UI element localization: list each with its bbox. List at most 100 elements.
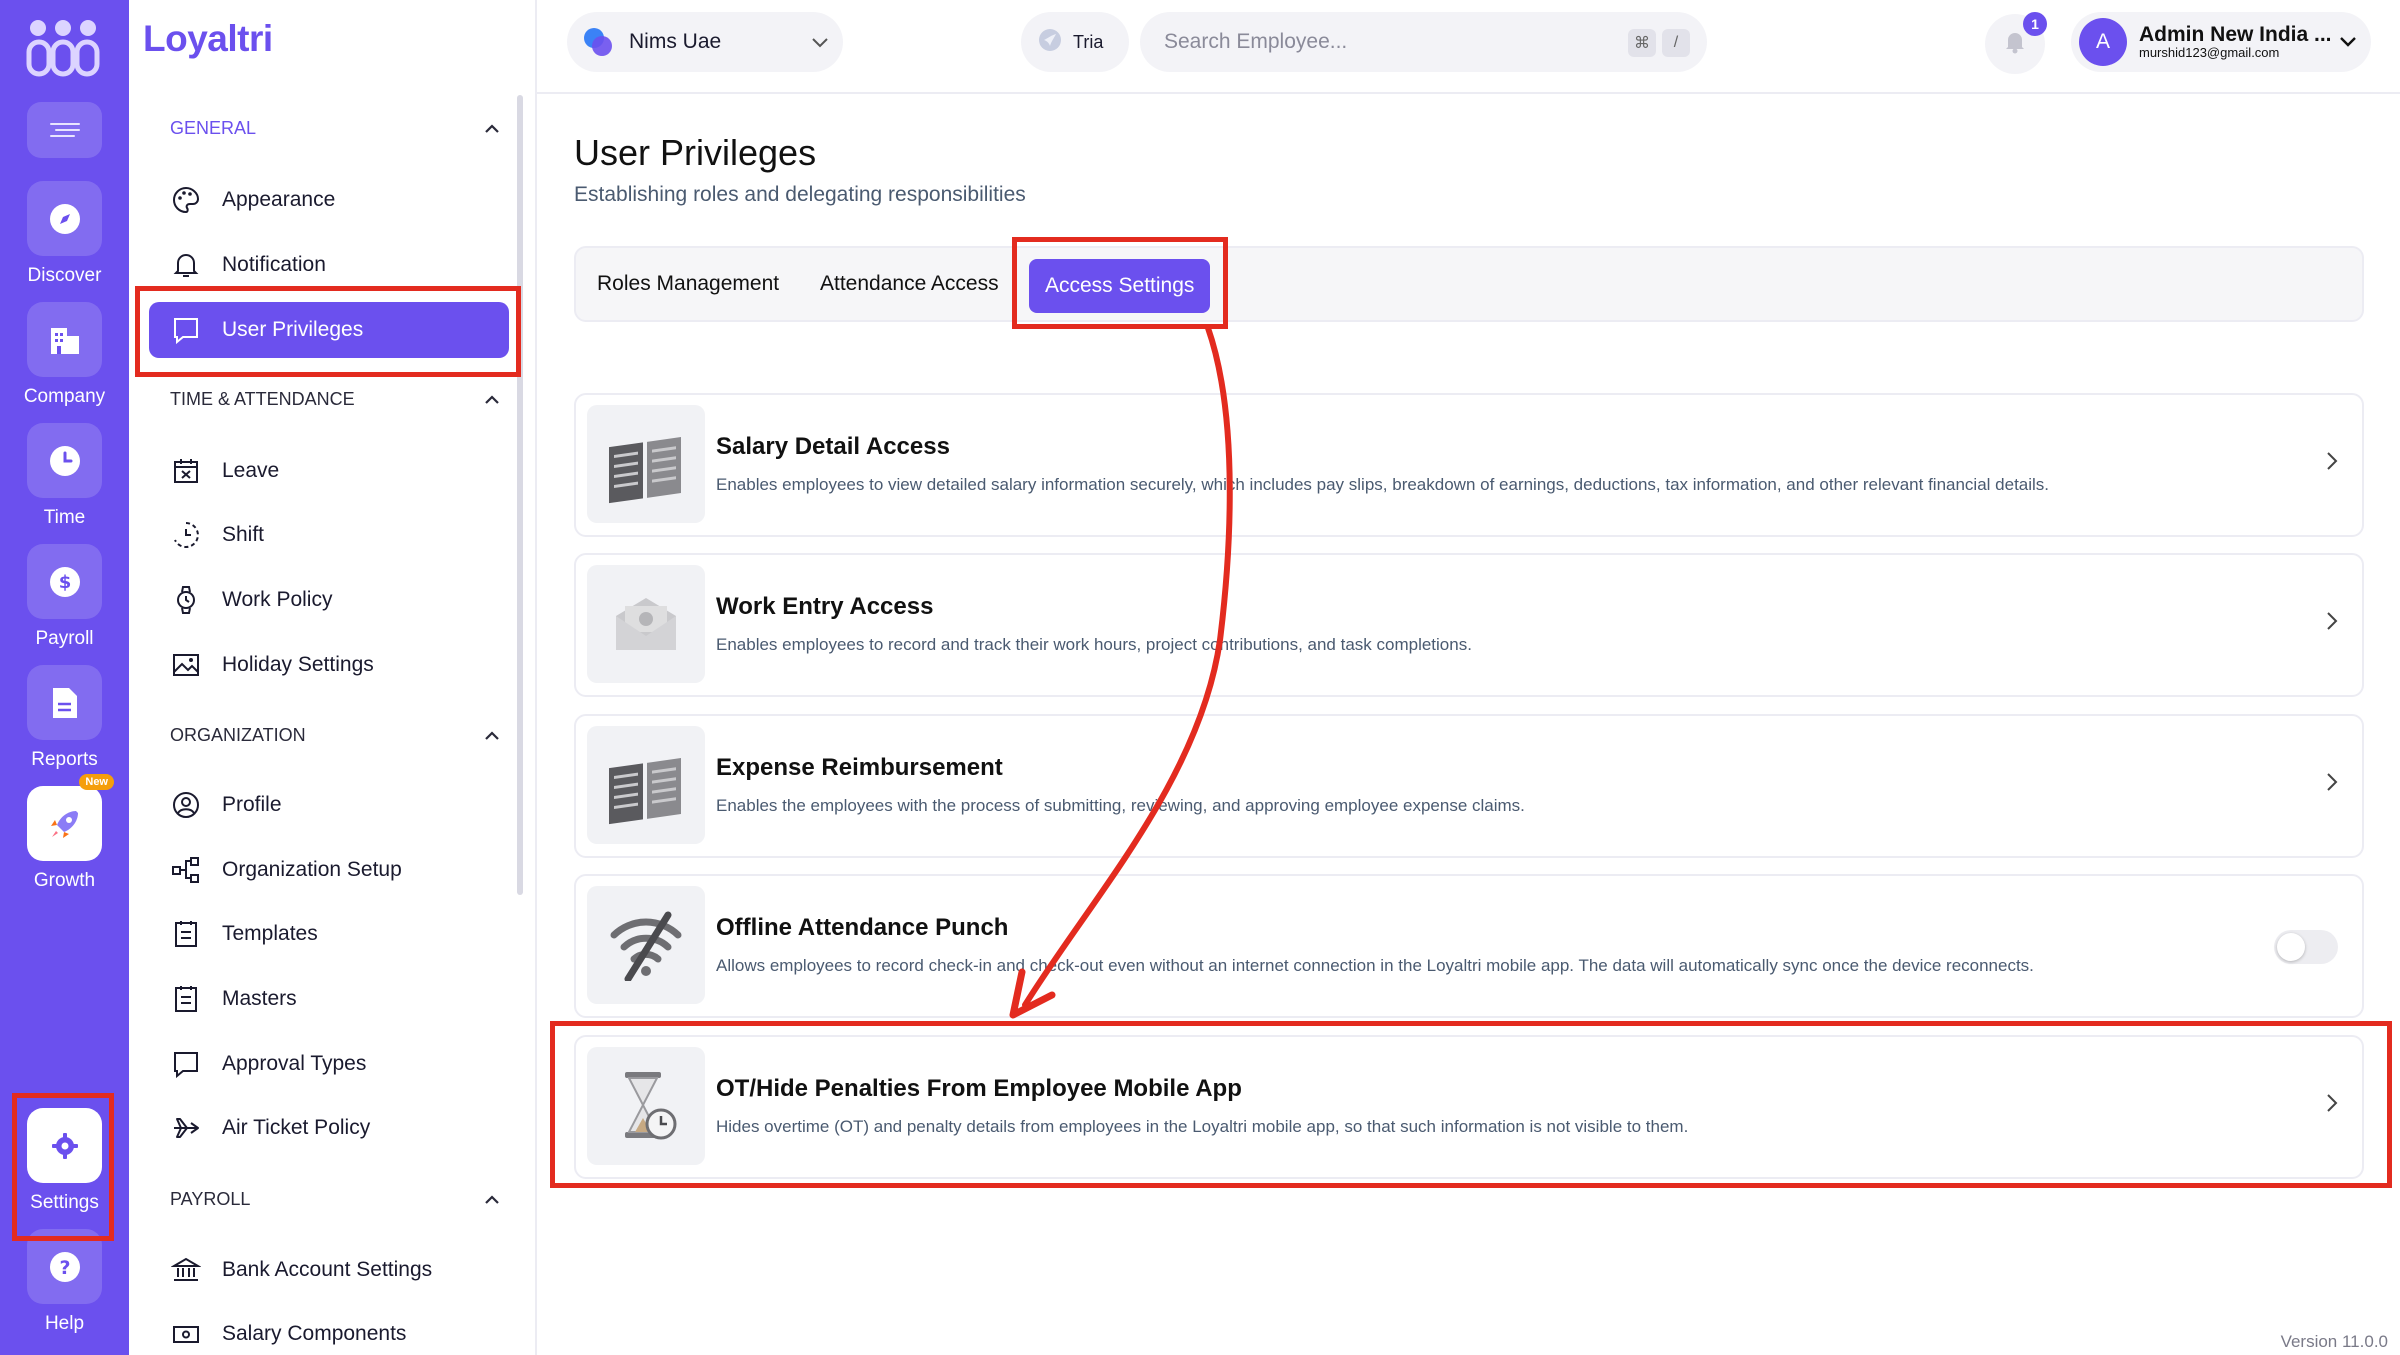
rail-item-help[interactable]: ? Help (0, 1229, 129, 1335)
user-privileges-icon (170, 314, 202, 346)
rail-label: Payroll (35, 628, 94, 649)
bell-icon (170, 249, 202, 281)
nav-item-work-policy[interactable]: Work Policy (149, 572, 509, 628)
card-title: Offline Attendance Punch (716, 914, 1009, 941)
top-header: Nims Uae Tria ⌘ / 1 A Admin New India ..… (537, 0, 2400, 94)
approval-icon (170, 1048, 202, 1080)
card-offline-attendance-punch: Offline Attendance Punch Allows employee… (574, 874, 2364, 1018)
chevron-down-icon (811, 30, 829, 54)
rail-item-company[interactable]: Company (0, 302, 129, 408)
card-work-entry-access[interactable]: Work Entry Access Enables employees to r… (574, 553, 2364, 697)
card-title: Expense Reimbursement (716, 754, 1003, 781)
nav-item-salary-components[interactable]: Salary Components (149, 1306, 509, 1355)
user-name: Admin New India ... (2139, 23, 2332, 46)
section-time-attendance[interactable]: TIME & ATTENDANCE (170, 389, 500, 410)
nav-item-label: Shift (222, 523, 265, 546)
nav-item-leave[interactable]: Leave (149, 443, 509, 499)
nav-item-notification[interactable]: Notification (149, 237, 509, 293)
page-title: User Privileges (574, 132, 817, 173)
chevron-down-icon (2339, 34, 2357, 52)
rail-item-growth[interactable]: New Growth (0, 774, 129, 892)
card-expense-reimbursement[interactable]: Expense Reimbursement Enables the employ… (574, 714, 2364, 858)
page-subtitle: Establishing roles and delegating respon… (574, 183, 1026, 206)
chevron-up-icon (484, 1189, 500, 1210)
bell-icon (2004, 30, 2026, 59)
card-description: Enables the employees with the process o… (716, 796, 1525, 815)
rail-item-time[interactable]: Time (0, 423, 129, 529)
nav-item-label: Notification (222, 253, 326, 276)
money-icon (170, 1318, 202, 1350)
clock-dashed-icon (170, 519, 202, 551)
nav-item-bank-account-settings[interactable]: Bank Account Settings (149, 1242, 509, 1298)
section-label: TIME & ATTENDANCE (170, 389, 355, 409)
card-description: Hides overtime (OT) and penalty details … (716, 1117, 1689, 1136)
question-icon: ? (27, 1229, 102, 1304)
nav-item-label: Air Ticket Policy (222, 1116, 371, 1139)
company-logo-icon (581, 25, 615, 59)
notifications-button[interactable]: 1 (1985, 12, 2047, 74)
image-icon (170, 649, 202, 681)
tab-access-settings[interactable]: Access Settings (1029, 259, 1211, 313)
nav-item-label: Organization Setup (222, 858, 402, 881)
card-ot-hide-penalties[interactable]: OT/Hide Penalties From Employee Mobile A… (574, 1035, 2364, 1179)
document-list-icon (170, 983, 202, 1015)
nav-item-label: Profile (222, 793, 282, 816)
wifi-off-icon (587, 886, 705, 1004)
offline-punch-toggle[interactable] (2274, 930, 2338, 964)
rail-label: Growth (33, 870, 96, 891)
company-select[interactable]: Nims Uae (567, 12, 843, 72)
gear-icon (27, 1108, 102, 1183)
nav-item-appearance[interactable]: Appearance (149, 172, 509, 228)
nav-item-air-ticket-policy[interactable]: Air Ticket Policy (149, 1100, 509, 1156)
search-input[interactable] (1164, 30, 1594, 54)
collapse-menu-icon[interactable] (27, 102, 102, 158)
nav-item-profile[interactable]: Profile (149, 777, 509, 833)
brand-logo[interactable]: Loyaltri (143, 18, 273, 60)
user-menu[interactable]: A Admin New India ... murshid123@gmail.c… (2071, 12, 2371, 72)
app-rail: Discover Company Time $ Payroll Reports … (0, 0, 129, 1355)
section-payroll[interactable]: PAYROLL (170, 1189, 500, 1210)
card-title: Work Entry Access (716, 593, 934, 620)
tab-bar: Roles Management Attendance Access Acces… (574, 246, 2364, 322)
rail-label: Time (43, 507, 86, 528)
tria-button[interactable]: Tria (1021, 12, 1129, 72)
section-label: ORGANIZATION (170, 725, 306, 745)
nav-item-templates[interactable]: Templates (149, 906, 509, 962)
file-icon (27, 665, 102, 740)
nav-item-label: Approval Types (222, 1052, 367, 1075)
card-salary-detail-access[interactable]: Salary Detail Access Enables employees t… (574, 393, 2364, 537)
chevron-up-icon (484, 118, 500, 139)
rail-label: Reports (31, 749, 98, 770)
card-description: Allows employees to record check-in and … (716, 956, 2034, 975)
app-logo-icon[interactable] (26, 18, 100, 78)
nav-item-label: Masters (222, 987, 297, 1010)
chevron-up-icon (484, 725, 500, 746)
dollar-icon: $ (27, 544, 102, 619)
nav-item-user-privileges[interactable]: User Privileges (149, 302, 509, 358)
nav-item-masters[interactable]: Masters (149, 971, 509, 1027)
nav-item-holiday-settings[interactable]: Holiday Settings (149, 637, 509, 693)
user-circle-icon (170, 789, 202, 821)
calendar-x-icon (170, 455, 202, 487)
nav-scrollbar[interactable] (517, 95, 523, 895)
envelope-money-icon (587, 565, 705, 683)
rail-item-reports[interactable]: Reports (0, 665, 129, 771)
nav-item-approval-types[interactable]: Approval Types (149, 1036, 509, 1092)
tab-attendance-access[interactable]: Attendance Access (820, 248, 999, 320)
nav-item-label: Holiday Settings (222, 653, 374, 676)
sparkle-icon (1037, 27, 1063, 58)
chevron-right-icon (2326, 451, 2338, 476)
tab-roles-management[interactable]: Roles Management (597, 248, 779, 320)
rail-item-discover[interactable]: Discover (0, 181, 129, 287)
rail-label: Discover (27, 265, 102, 286)
document-list-icon (170, 918, 202, 950)
rail-item-payroll[interactable]: $ Payroll (0, 544, 129, 650)
section-general[interactable]: GENERAL (170, 118, 500, 139)
rail-item-settings[interactable]: Settings (0, 1108, 129, 1214)
nav-item-shift[interactable]: Shift (149, 507, 509, 563)
kbd-cmd: ⌘ (1628, 29, 1656, 57)
nav-item-organization-setup[interactable]: Organization Setup (149, 842, 509, 898)
nav-item-label: Work Policy (222, 588, 333, 611)
nav-item-label: Appearance (222, 188, 336, 211)
section-organization[interactable]: ORGANIZATION (170, 725, 500, 746)
